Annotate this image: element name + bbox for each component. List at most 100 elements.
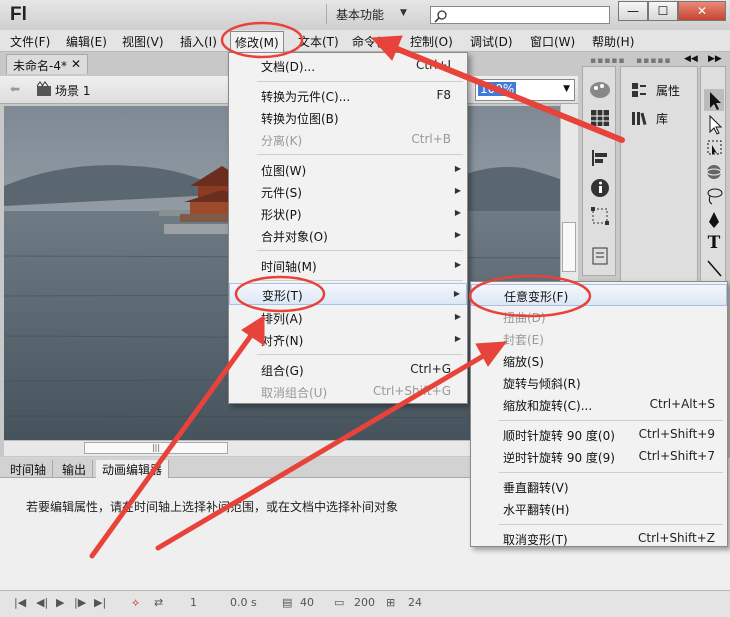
info-icon[interactable] [588,177,612,199]
menu-view[interactable]: 视图(V) [122,33,164,50]
menu-debug[interactable]: 调试(D) [470,33,513,50]
selection-tool-icon[interactable] [704,89,724,111]
shortcut-label: Ctrl+Alt+S [649,397,715,411]
menu-help[interactable]: 帮助(H) [592,33,634,50]
current-frame[interactable]: 1 [190,596,197,609]
free-transform-tool-icon[interactable] [704,137,724,159]
playhead-icon[interactable]: ⟡ [132,596,139,610]
menu-commands[interactable]: 命令(C) [352,33,394,50]
submenu-arrow-icon: ▶ [454,230,461,239]
menu-item-flip-horizontal[interactable]: 水平翻转(H) [471,498,727,520]
menu-item-rotate-skew[interactable]: 旋转与倾斜(R) [471,372,727,394]
menu-item-label: 文档(D)... [261,60,316,74]
menu-modify[interactable]: 修改(M) [230,31,284,53]
prev-frame-icon[interactable]: ◀| [36,596,48,609]
shortcut-label: Ctrl+J [416,58,451,72]
menu-item-distort: 扭曲(D) [471,306,727,328]
menu-item-document[interactable]: 文档(D)... Ctrl+J [229,55,467,77]
back-arrow-icon[interactable]: ⬅ [10,82,20,96]
menu-text[interactable]: 文本(T) [298,33,339,50]
menu-control[interactable]: 控制(O) [410,33,453,50]
menu-item-align[interactable]: 对齐(N) ▶ [229,329,467,351]
pen-tool-icon[interactable] [704,209,724,231]
menu-item-label: 封套(E) [503,333,544,347]
menu-item-remove-transform[interactable]: 取消变形(T) Ctrl+Shift+Z [471,528,727,550]
menu-item-label: 逆时针旋转 90 度(9) [503,451,615,465]
menu-item-free-transform[interactable]: 任意变形(F) [471,284,727,306]
document-tab[interactable]: 未命名-4* ✕ [6,54,88,74]
menu-item-scale[interactable]: 缩放(S) [471,350,727,372]
subselection-tool-icon[interactable] [704,113,724,135]
first-frame-icon[interactable]: |◀ [14,596,26,609]
next-frame-icon[interactable]: |▶ [74,596,86,609]
menu-item-label: 排列(A) [261,312,303,326]
properties-tab[interactable]: 属性 [656,82,680,99]
menu-insert[interactable]: 插入(I) [180,33,217,50]
expand-icon[interactable]: ▶▶ [708,54,722,64]
collapse-icon[interactable]: ◀◀ [684,54,698,64]
menu-item-shape[interactable]: 形状(P) ▶ [229,203,467,225]
menu-item-flip-vertical[interactable]: 垂直翻转(V) [471,476,727,498]
horizontal-scroll-thumb[interactable]: ||| [84,442,228,454]
menu-item-group[interactable]: 组合(G) Ctrl+G [229,359,467,381]
loop-icon[interactable]: ⇄ [154,596,163,609]
tab-timeline[interactable]: 时间轴 [4,460,54,478]
motion-editor-hint: 若要编辑属性，请在时间轴上选择补间范围，或在文档中选择补间对象 [26,500,399,514]
menu-item-rotate-cw[interactable]: 顺时针旋转 90 度(0) Ctrl+Shift+9 [471,424,727,446]
menu-separator [257,354,463,355]
menu-item-convert-to-bitmap[interactable]: 转换为位图(B) [229,107,467,129]
shortcut-label: Ctrl+G [410,362,451,376]
panel-grip[interactable]: ▪▪▪▪▪ [590,56,626,66]
menu-item-arrange[interactable]: 排列(A) ▶ [229,307,467,329]
menu-item-bitmap[interactable]: 位图(W) ▶ [229,159,467,181]
scene-icon [36,81,51,96]
chevron-down-icon: ▼ [563,84,570,94]
menu-item-combine-objects[interactable]: 合并对象(O) ▶ [229,225,467,247]
menu-edit[interactable]: 编辑(E) [66,33,107,50]
menu-item-label: 形状(P) [261,208,302,222]
chevron-down-icon[interactable]: ▼ [400,8,407,18]
color-palette-icon[interactable] [588,79,612,101]
menu-item-rotate-ccw[interactable]: 逆时针旋转 90 度(9) Ctrl+Shift+7 [471,446,727,468]
menu-item-timeline[interactable]: 时间轴(M) ▶ [229,255,467,277]
properties-icon [632,83,646,97]
expanded-graph-value[interactable]: 200 [354,596,375,609]
zoom-select[interactable]: 100% ▼ [475,79,575,101]
graph-size-value[interactable]: 40 [300,596,314,609]
lasso-tool-icon[interactable] [704,185,724,207]
close-button[interactable]: ✕ [678,1,726,21]
submenu-arrow-icon: ▶ [454,312,461,321]
tab-output[interactable]: 输出 [56,460,94,478]
viewable-frames-value[interactable]: 24 [408,596,422,609]
app-logo: Fl [10,4,27,25]
maximize-button[interactable]: ☐ [648,1,678,21]
history-icon[interactable] [588,245,612,267]
workspace-switcher[interactable]: 基本功能 [336,6,384,23]
align-icon[interactable] [588,147,612,169]
tab-motion-editor[interactable]: 动画编辑器 [96,460,170,478]
menu-item-transform[interactable]: 变形(T) ▶ [229,283,467,305]
close-icon[interactable]: ✕ [71,57,81,71]
play-icon[interactable]: ▶ [56,596,64,609]
menu-item-scale-rotate[interactable]: 缩放和旋转(C)... Ctrl+Alt+S [471,394,727,416]
vertical-scroll-thumb[interactable] [562,222,576,272]
menu-item-break-apart: 分离(K) Ctrl+B [229,129,467,151]
menu-file[interactable]: 文件(F) [10,33,50,50]
menu-item-label: 组合(G) [261,364,304,378]
menu-item-convert-to-symbol[interactable]: 转换为元件(C)... F8 [229,85,467,107]
last-frame-icon[interactable]: ▶| [94,596,106,609]
menu-item-label: 转换为元件(C)... [261,90,351,104]
panel-grip[interactable]: ▪▪▪▪▪ [636,56,672,66]
minimize-button[interactable]: — [618,1,648,21]
text-tool-icon[interactable]: T [704,233,724,255]
submenu-arrow-icon: ▶ [454,208,461,217]
search-input[interactable] [430,6,610,24]
library-tab[interactable]: 库 [656,110,668,127]
line-tool-icon[interactable] [704,257,724,279]
menu-item-symbol[interactable]: 元件(S) ▶ [229,181,467,203]
swatches-icon[interactable] [588,107,612,129]
transform-icon[interactable] [588,205,612,227]
shortcut-label: Ctrl+B [411,132,451,146]
menu-window[interactable]: 窗口(W) [530,33,575,50]
3d-rotation-tool-icon[interactable] [704,161,724,183]
